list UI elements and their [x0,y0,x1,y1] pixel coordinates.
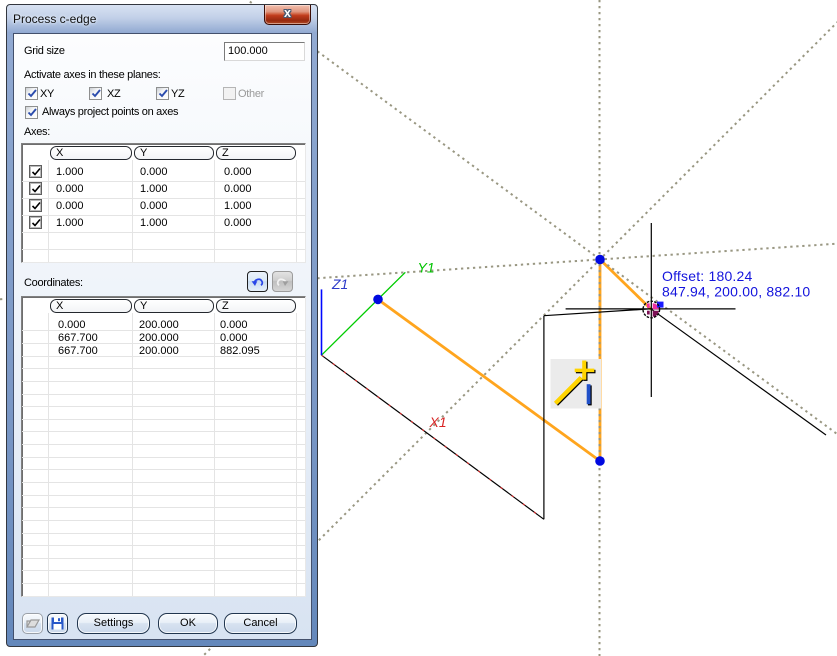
svg-text:Y1: Y1 [418,260,435,276]
svg-text:X1: X1 [429,414,447,430]
svg-text:847.94, 200.00, 882.10: 847.94, 200.00, 882.10 [662,284,810,300]
svg-text:Offset: 180.24: Offset: 180.24 [662,268,753,284]
svg-text:Z1: Z1 [331,276,348,292]
